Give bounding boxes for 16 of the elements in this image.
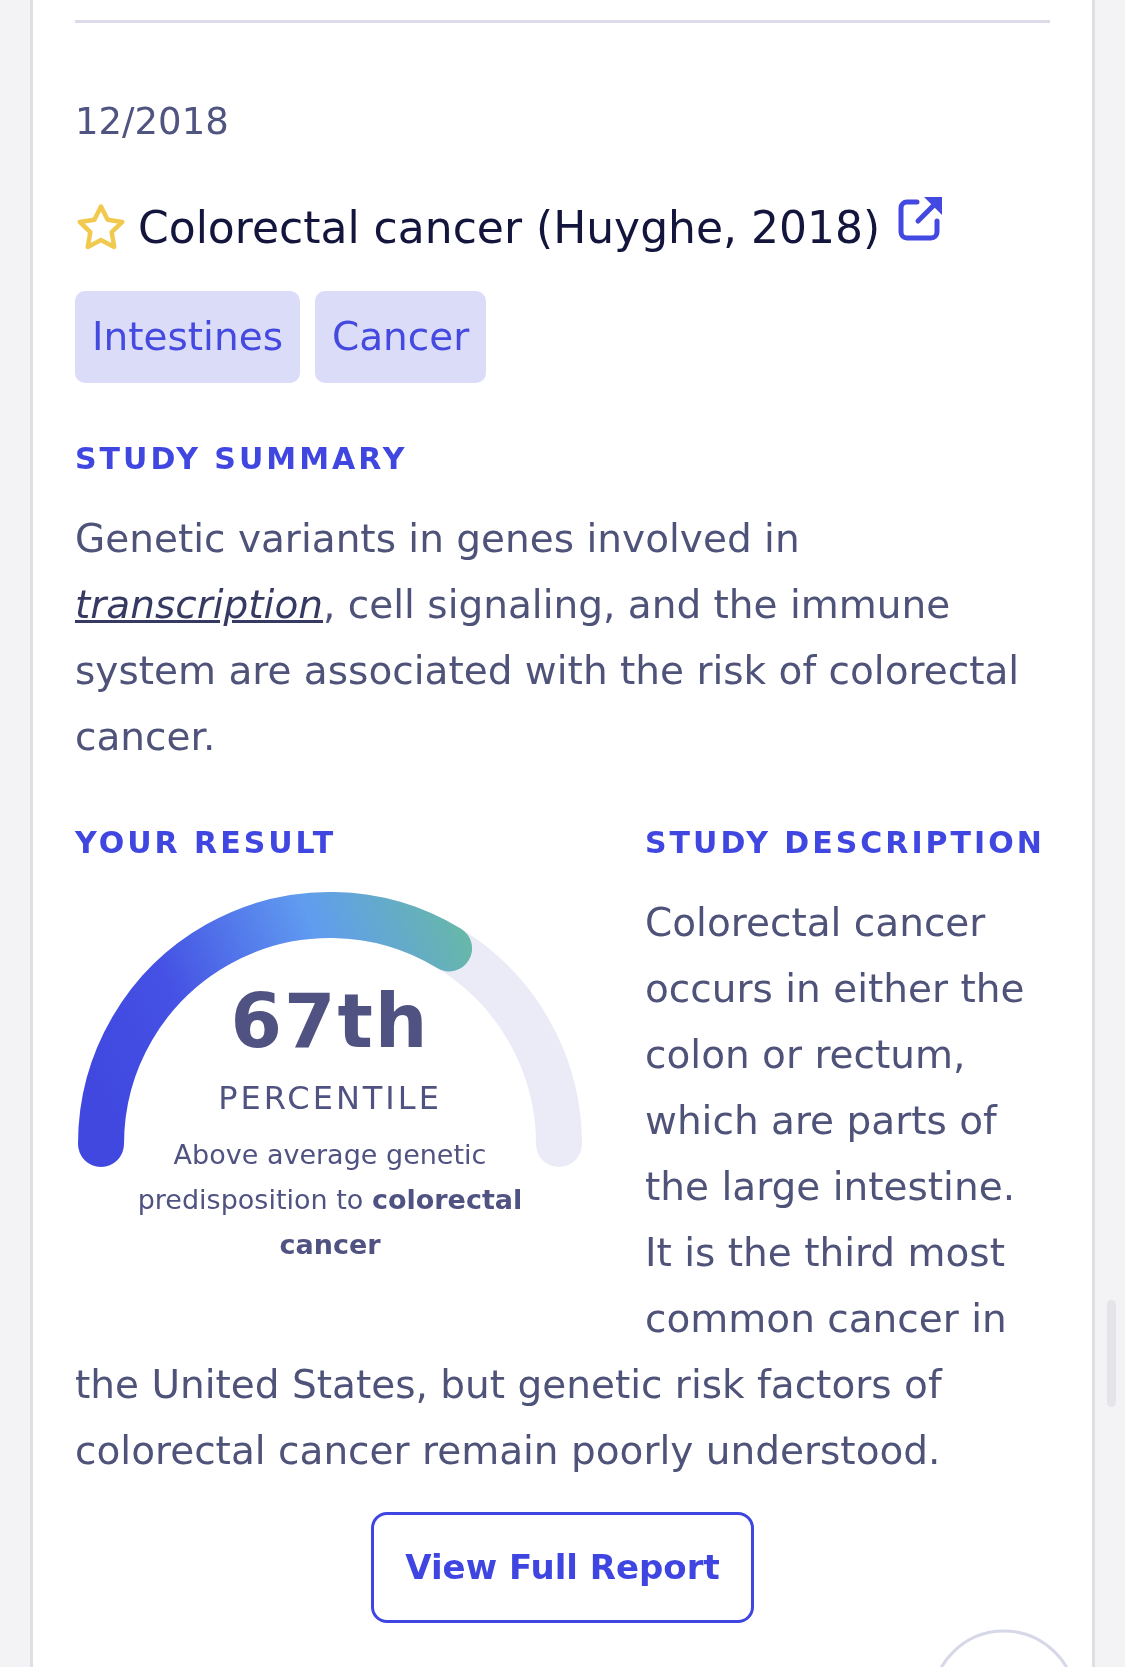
percentile-label: PERCENTILE [218,1078,442,1118]
section-heading: STUDY SUMMARY [75,441,409,477]
section-heading: STUDY DESCRIPTION [645,825,1046,861]
view-report-button[interactable]: View Full Report [371,1512,754,1623]
tag: Intestines [75,291,300,383]
summary-text: Genetic variants in genes involved in transcription, cell signaling, and the immune system are associated with the risk of colorectal cancer. [75,515,1021,761]
percentile-value: 67th [230,981,430,1061]
study-date: 12/2018 [75,99,230,145]
description-text: the United States, but genetic risk factors of colorectal cancer remain poorly understood. [75,1361,944,1475]
description-text: Colorectal cancer occurs in either the colon or rectum, which are parts of the large intestine. It is the third most common cancer in [645,899,1026,1343]
study-title: Colorectal cancer (Huyghe, 2018) [138,201,881,255]
external-link-icon[interactable] [898,195,945,241]
section-heading: YOUR RESULT [75,825,338,861]
glossary-link[interactable]: transcription [75,582,324,627]
result-caption: Above average genetic predisposition to colorectal cancer [136,1138,524,1262]
tag: Cancer [315,291,487,383]
